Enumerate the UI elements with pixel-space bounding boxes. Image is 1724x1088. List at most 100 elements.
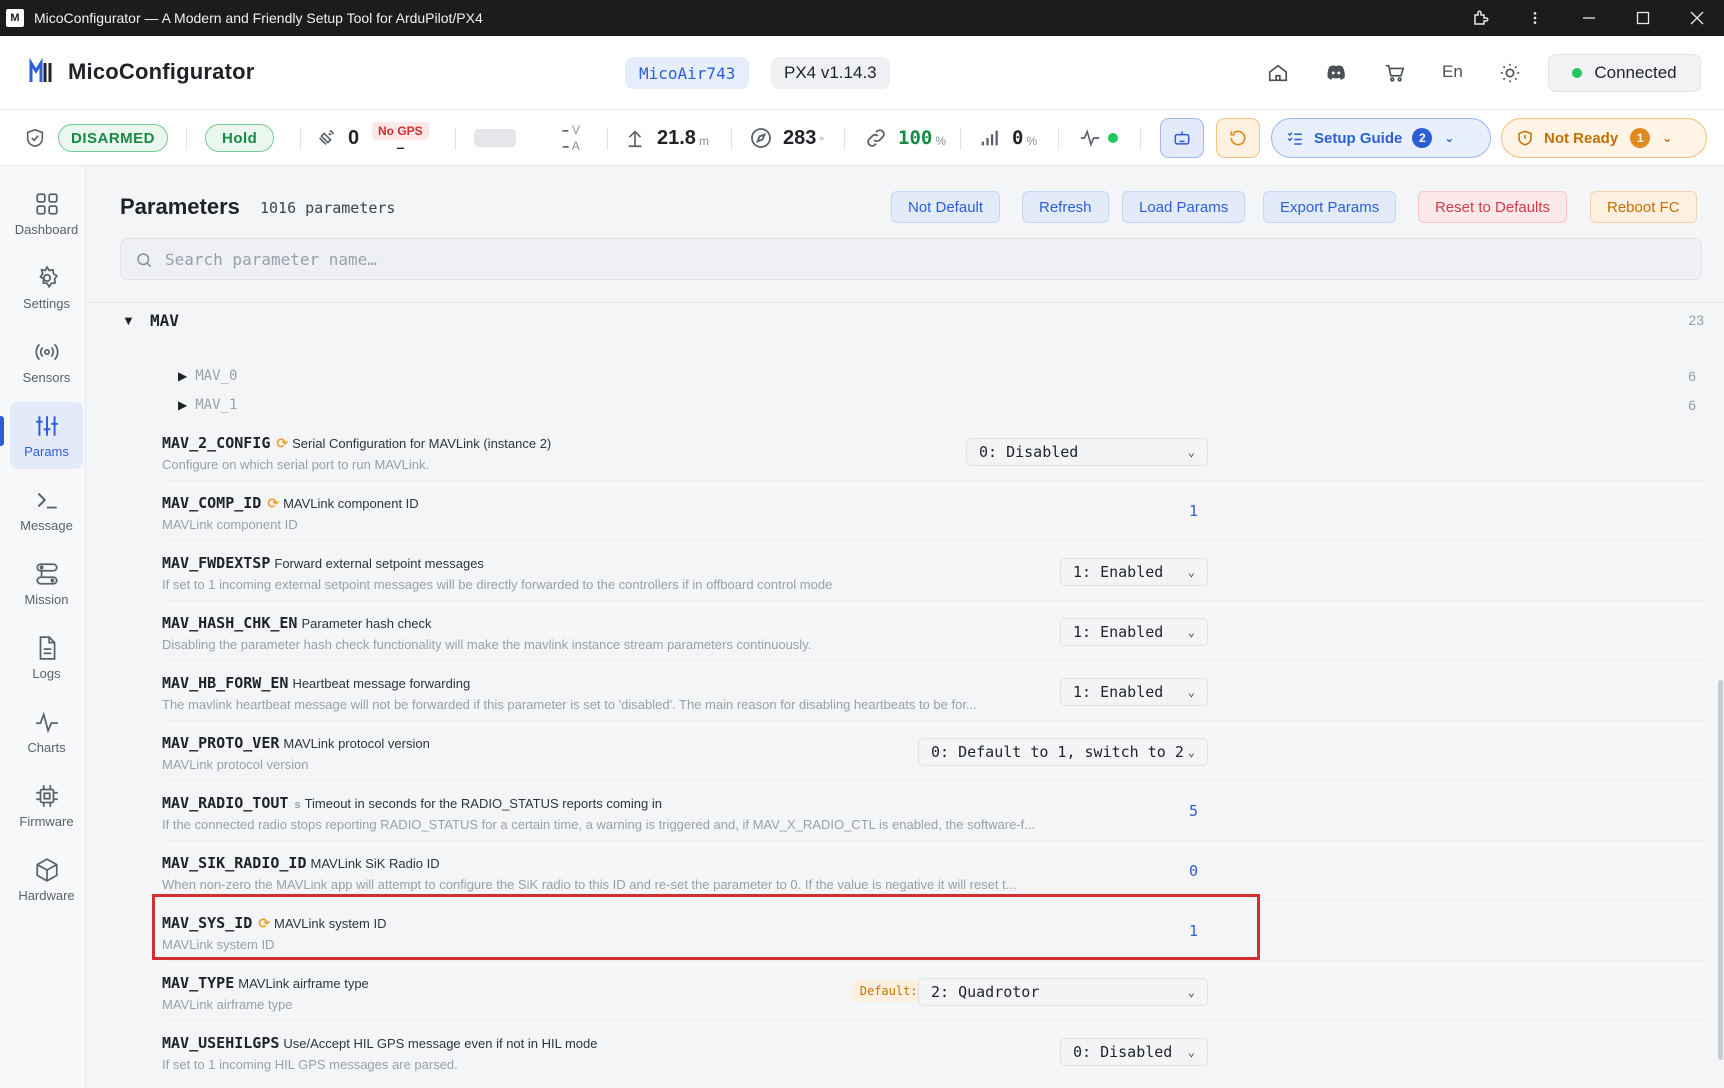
sidebar-item-params[interactable]: Params bbox=[10, 402, 83, 469]
param-value-input[interactable]: 0 bbox=[1189, 862, 1198, 880]
sidebar-item-firmware[interactable]: Firmware bbox=[10, 772, 83, 839]
param-name: MAV_PROTO_VER bbox=[162, 734, 280, 752]
param-long-desc: MAVLink airframe type bbox=[162, 997, 293, 1012]
param-short-desc: Serial Configuration for MAVLink (instan… bbox=[292, 436, 552, 451]
param-long-desc: If the connected radio stops reporting R… bbox=[162, 817, 1036, 832]
param-row: MAV_PROTO_VER MAVLink protocol version MA… bbox=[162, 726, 1704, 781]
maximize-button[interactable] bbox=[1616, 0, 1670, 36]
not-ready-button[interactable]: Not Ready 1 ⌄ bbox=[1501, 118, 1707, 158]
group-count: 23 bbox=[1688, 312, 1704, 328]
param-short-desc: Parameter hash check bbox=[301, 616, 432, 631]
scrollbar-thumb[interactable] bbox=[1718, 680, 1723, 1060]
chevron-down-icon: ⌄ bbox=[1662, 131, 1673, 145]
reset-vehicle-button[interactable] bbox=[1216, 118, 1260, 158]
setup-guide-label: Setup Guide bbox=[1314, 129, 1403, 147]
checklist-icon bbox=[1287, 132, 1302, 145]
param-name: MAV_HB_FORW_EN bbox=[162, 674, 289, 692]
param-value-select[interactable]: 0: Disabled ⌄ bbox=[1060, 1038, 1208, 1066]
param-unit: s bbox=[294, 799, 301, 811]
caret-right-icon: ▶ bbox=[178, 369, 188, 383]
sidebar-item-label: Logs bbox=[32, 665, 61, 681]
chevron-down-icon: ⌄ bbox=[1187, 985, 1195, 999]
param-value-select[interactable]: 0: Disabled ⌄ bbox=[966, 438, 1208, 466]
search-input[interactable] bbox=[165, 239, 1665, 279]
sidebar-item-mission[interactable]: Mission bbox=[10, 550, 83, 617]
language-switch[interactable]: En bbox=[1442, 62, 1463, 82]
voltage-value: – bbox=[562, 123, 569, 137]
home-icon[interactable] bbox=[1265, 60, 1291, 86]
param-value-input[interactable]: 1 bbox=[1189, 922, 1198, 940]
chevron-down-icon: ⌄ bbox=[1187, 685, 1195, 699]
theme-toggle-icon[interactable] bbox=[1497, 60, 1523, 86]
subgroup-header[interactable]: ▶ MAV_1 6 bbox=[178, 392, 1704, 418]
sidebar-item-label: Message bbox=[20, 517, 73, 533]
altitude-icon bbox=[624, 110, 646, 166]
param-row: MAV_HB_FORW_EN Heartbeat message forwardi… bbox=[162, 666, 1704, 721]
pulse-icon bbox=[35, 711, 58, 733]
grid-icon bbox=[35, 192, 58, 215]
param-value: 0: Disabled bbox=[1073, 1043, 1173, 1061]
group-header-mav[interactable]: ▼ MAV 23 bbox=[122, 300, 1704, 340]
param-row: MAV_SIK_RADIO_ID MAVLink SiK Radio ID Whe… bbox=[162, 846, 1704, 901]
caret-down-icon: ▼ bbox=[122, 312, 135, 328]
discord-icon[interactable] bbox=[1323, 60, 1349, 86]
more-menu-icon[interactable] bbox=[1508, 0, 1562, 36]
sidebar-item-label: Hardware bbox=[18, 887, 75, 903]
cart-icon[interactable] bbox=[1382, 60, 1408, 86]
refresh-button[interactable]: Refresh bbox=[1022, 191, 1109, 223]
altitude-value: 21.8 bbox=[657, 126, 696, 149]
subgroup-header[interactable]: ▶ MAV_0 6 bbox=[178, 363, 1704, 389]
route-icon bbox=[35, 562, 58, 585]
sidebar-item-message[interactable]: Message bbox=[10, 476, 83, 543]
board-chip[interactable]: MicoAir743 bbox=[625, 57, 750, 89]
brand: MicoConfigurator bbox=[28, 58, 255, 86]
param-long-desc: MAVLink protocol version bbox=[162, 757, 309, 772]
firmware-chip[interactable]: PX4 v1.14.3 bbox=[771, 57, 890, 89]
extension-icon[interactable] bbox=[1454, 0, 1508, 36]
arm-state-badge[interactable]: DISARMED bbox=[58, 124, 169, 152]
sidebar-item-settings[interactable]: Settings bbox=[10, 254, 83, 321]
sidebar-item-label: Firmware bbox=[19, 813, 74, 829]
sidebar-item-sensors[interactable]: Sensors bbox=[10, 328, 83, 395]
sidebar-item-charts[interactable]: Charts bbox=[10, 698, 83, 765]
param-row: MAV_COMP_ID ⟳ MAVLink component ID MAVLink… bbox=[162, 486, 1704, 541]
not-default-button[interactable]: Not Default bbox=[891, 191, 1001, 223]
sidebar-item-dashboard[interactable]: Dashboard bbox=[10, 180, 83, 247]
vehicle-button[interactable] bbox=[1160, 118, 1204, 158]
heartbeat-icon bbox=[1078, 110, 1102, 166]
gps-state-badge: No GPS bbox=[372, 122, 429, 140]
rotate-icon bbox=[1230, 130, 1246, 146]
link-icon bbox=[864, 110, 888, 166]
param-value-input[interactable]: 5 bbox=[1189, 802, 1198, 820]
subgroup-count: 6 bbox=[1688, 397, 1696, 413]
param-short-desc: MAVLink system ID bbox=[274, 916, 387, 931]
export-params-button[interactable]: Export Params bbox=[1263, 191, 1397, 223]
param-long-desc: When non-zero the MAVLink app will attem… bbox=[162, 877, 1017, 892]
brand-logo-icon bbox=[29, 58, 52, 82]
reboot-fc-button[interactable]: Reboot FC bbox=[1590, 191, 1697, 223]
chip-icon bbox=[35, 784, 58, 807]
sidebar-item-logs[interactable]: Logs bbox=[10, 624, 83, 691]
param-value-select[interactable]: 0: Default to 1, switch to 2 ⌄ bbox=[918, 738, 1208, 766]
flight-mode-badge[interactable]: Hold bbox=[205, 124, 275, 152]
param-value: 1: Enabled bbox=[1073, 683, 1164, 701]
sidebar-item-hardware[interactable]: Hardware bbox=[10, 846, 83, 913]
signal-bars-icon bbox=[979, 110, 1001, 166]
connection-button[interactable]: Connected bbox=[1548, 54, 1701, 92]
param-value: 0: Disabled bbox=[979, 443, 1079, 461]
setup-guide-button[interactable]: Setup Guide 2 ⌄ bbox=[1271, 118, 1491, 158]
param-short-desc: MAVLink airframe type bbox=[238, 976, 369, 991]
reset-defaults-button[interactable]: Reset to Defaults bbox=[1418, 191, 1568, 223]
load-params-button[interactable]: Load Params bbox=[1122, 191, 1246, 223]
param-count: 1016 parameters bbox=[260, 199, 396, 217]
param-value-select[interactable]: 2: Quadrotor ⌄ bbox=[918, 978, 1208, 1006]
param-value-input[interactable]: 1 bbox=[1189, 502, 1198, 520]
param-value-select[interactable]: 1: Enabled ⌄ bbox=[1060, 558, 1208, 586]
link-quality-unit: % bbox=[935, 134, 946, 148]
minimize-button[interactable] bbox=[1562, 0, 1616, 36]
app-name: MicoConfigurator bbox=[68, 59, 255, 84]
param-short-desc: MAVLink component ID bbox=[283, 496, 419, 511]
param-value-select[interactable]: 1: Enabled ⌄ bbox=[1060, 618, 1208, 646]
param-value-select[interactable]: 1: Enabled ⌄ bbox=[1060, 678, 1208, 706]
close-window-button[interactable] bbox=[1670, 0, 1724, 36]
